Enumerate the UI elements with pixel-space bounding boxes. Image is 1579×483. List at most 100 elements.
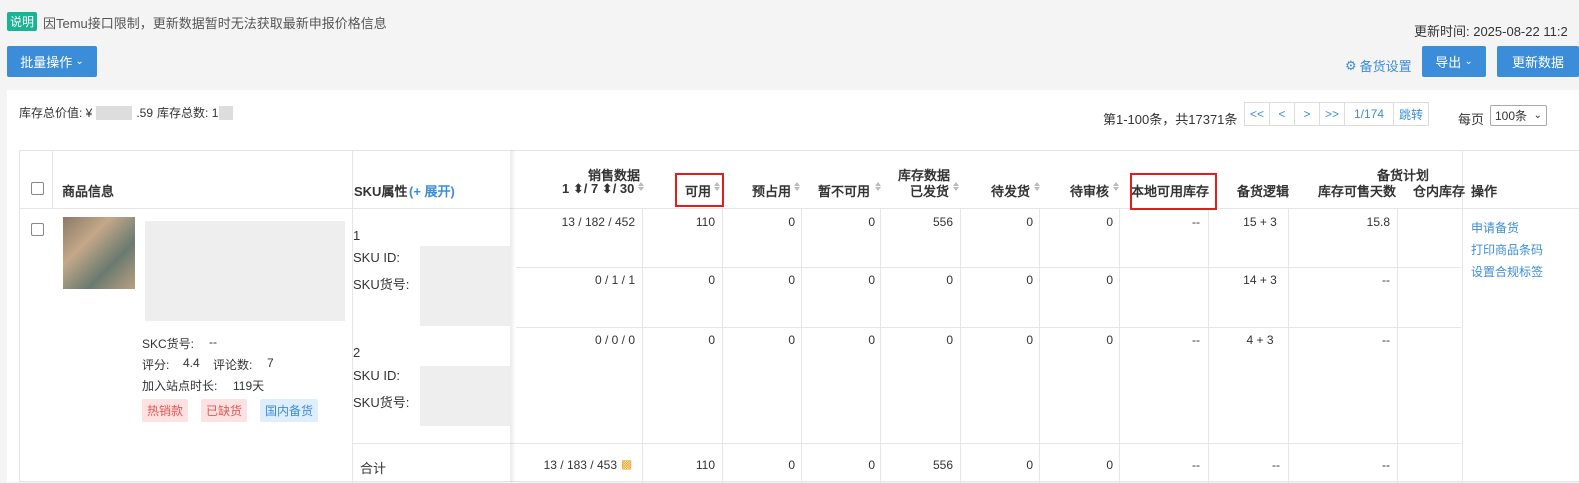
row-divider [516, 267, 1461, 268]
refresh-data-button[interactable]: 更新数据 [1497, 46, 1579, 77]
inventory-count-label: 库存总数: 1 [157, 106, 219, 120]
cell-shipped: 556 [932, 215, 953, 229]
page-indicator[interactable]: 1/174 [1344, 102, 1394, 126]
cell-unavailable: 0 [868, 215, 875, 229]
cell-pending-review: 0 [1106, 333, 1113, 347]
row-divider [516, 327, 1461, 328]
chevron-down-icon: ⌄ [1464, 56, 1473, 67]
sort-icon[interactable] [638, 182, 644, 191]
header-shipped[interactable]: 已发货 [910, 181, 949, 200]
stock-settings-link[interactable]: ⚙ 备货设置 [1345, 56, 1412, 75]
col-divider [52, 151, 53, 209]
header-sku-attr: SKU属性 [354, 184, 408, 199]
pagination-info: 第1-100条，共17371条 [1103, 112, 1238, 127]
total-pending-review: 0 [1106, 458, 1113, 472]
inventory-value-suffix: .59 [136, 105, 154, 120]
rating-label: 评分: [142, 358, 170, 372]
last-page-button[interactable]: >> [1319, 102, 1345, 126]
print-barcode-link[interactable]: 打印商品条码 [1471, 241, 1543, 258]
sort-icon[interactable] [1113, 182, 1119, 191]
cell-pending-review: 0 [1106, 273, 1113, 287]
chevron-down-icon: ⌄ [75, 56, 84, 67]
tag-domestic-stock: 国内备货 [260, 399, 319, 422]
cell-available: 0 [708, 333, 715, 347]
sku-code-label: SKU货号: [353, 395, 410, 410]
sku-code-label: SKU货号: [353, 277, 410, 292]
header-pre-occupied[interactable]: 预占用 [752, 181, 791, 200]
total-pending-ship: 0 [1026, 458, 1033, 472]
redacted-value [96, 105, 133, 120]
header-sell-days: 库存可售天数 [1318, 184, 1397, 199]
apply-stock-link[interactable]: 申请备货 [1471, 219, 1519, 236]
sku-index: 1 [353, 228, 361, 243]
per-page-value: 100条 [1495, 109, 1528, 123]
header-logic: 备货逻辑 [1237, 184, 1290, 199]
redacted-sku-info [420, 366, 510, 426]
cell-logic: 15 + 3 [1243, 215, 1277, 229]
cell-pending-review: 0 [1106, 215, 1113, 229]
expand-sku-link[interactable]: (+ 展开) [409, 181, 455, 200]
header-pending-review[interactable]: 待审核 [1070, 181, 1109, 200]
col-divider [1397, 208, 1398, 483]
cell-sell-days: -- [1382, 333, 1390, 347]
col-divider [880, 208, 881, 483]
highlight-available [675, 173, 724, 207]
header-divider [20, 208, 1579, 209]
site-age-label: 加入站点时长: [142, 379, 218, 393]
highlight-local-stock [1130, 173, 1217, 210]
redacted-product-title [145, 221, 345, 321]
cell-sell-days: -- [1382, 273, 1390, 287]
total-logic: -- [1272, 458, 1280, 472]
cell-pending-ship: 0 [1026, 273, 1033, 287]
cell-logic: 14 + 3 [1243, 273, 1277, 287]
next-page-button[interactable]: > [1294, 102, 1320, 126]
fixed-column-shadow [510, 150, 516, 482]
cell-pre-occupied: 0 [788, 273, 795, 287]
inventory-summary: 库存总价值: ¥ .59 库存总数: 1 [19, 104, 234, 121]
header-warehouse: 仓内库存 [1413, 184, 1466, 199]
compliance-label-link[interactable]: 设置合规标签 [1471, 263, 1543, 280]
sort-icon[interactable] [953, 182, 959, 191]
sku-id-label: SKU ID: [353, 368, 400, 383]
total-pre-occupied: 0 [788, 458, 795, 472]
reviews-value: 7 [267, 356, 274, 370]
sort-icon[interactable] [794, 182, 800, 191]
sort-icon[interactable] [1034, 182, 1040, 191]
col-divider [1119, 208, 1120, 483]
first-page-button[interactable]: << [1244, 102, 1270, 126]
cell-unavailable: 0 [868, 273, 875, 287]
header-sales-periods[interactable]: 1 ⬍/ 7 ⬍/ 30 [562, 181, 634, 197]
cell-pre-occupied: 0 [788, 215, 795, 229]
header-pending-ship[interactable]: 待发货 [991, 181, 1030, 200]
reviews-label: 评论数: [213, 358, 253, 372]
select-all-checkbox[interactable] [31, 182, 44, 195]
per-page-select[interactable]: 100条 ⌄ [1490, 105, 1547, 126]
redacted-count [219, 105, 234, 120]
cell-sales: 0 / 1 / 1 [594, 273, 635, 287]
cell-pending-ship: 0 [1026, 333, 1033, 347]
cell-local-stock: -- [1192, 333, 1200, 347]
tag-hot-sale: 热销款 [142, 399, 189, 422]
col-divider [642, 208, 643, 483]
inventory-value-label: 库存总价值: ¥ [19, 106, 93, 120]
jump-button[interactable]: 跳转 [1393, 102, 1429, 126]
cell-logic: 4 + 3 [1246, 333, 1274, 347]
header-unavailable[interactable]: 暂不可用 [818, 181, 870, 200]
export-button[interactable]: 导出 ⌄ [1422, 46, 1486, 77]
batch-operation-button[interactable]: 批量操作 ⌄ [7, 46, 97, 77]
product-thumbnail[interactable] [63, 217, 135, 289]
header-product: 商品信息 [62, 184, 115, 199]
inventory-table: 商品信息 SKU属性 (+ 展开) 销售数据 1 ⬍/ 7 ⬍/ 30 可用 预… [19, 150, 1579, 483]
col-divider [352, 151, 353, 483]
cell-sell-days: 15.8 [1366, 215, 1390, 229]
tag-out-of-stock: 已缺货 [201, 399, 248, 422]
col-divider [722, 208, 723, 483]
skc-value: -- [209, 335, 217, 349]
sort-icon[interactable] [875, 182, 881, 191]
cell-local-stock: -- [1192, 215, 1200, 229]
total-sell-days: -- [1382, 458, 1390, 472]
row-checkbox[interactable] [31, 223, 44, 236]
prev-page-button[interactable]: < [1269, 102, 1295, 126]
stock-settings-label: 备货设置 [1359, 59, 1412, 74]
chart-icon[interactable]: ▩ [621, 457, 632, 471]
